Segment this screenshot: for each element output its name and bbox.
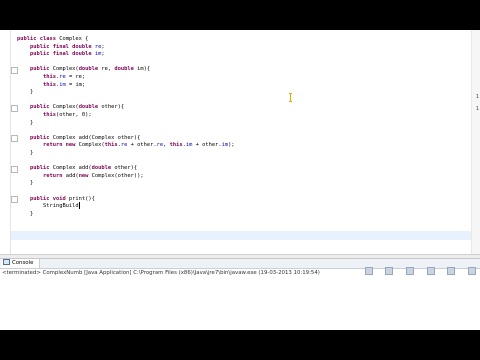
fold-toggle-icon[interactable]	[11, 135, 18, 143]
code-token: (other, 0);	[55, 112, 92, 118]
code-token: Complex(	[49, 104, 79, 111]
code-keyword: this	[169, 142, 183, 149]
code-line[interactable]: }	[17, 119, 33, 127]
text-cursor-icon	[289, 93, 292, 102]
code-keyword: public final double	[29, 51, 92, 58]
code-keyword: double	[78, 66, 99, 73]
tab-console-label: Console	[12, 260, 34, 266]
code-token: }	[29, 89, 34, 96]
text-caret	[78, 202, 80, 210]
code-line[interactable]: }	[17, 210, 33, 218]
code-token: }	[29, 119, 34, 126]
code-token: );	[228, 142, 235, 149]
fold-toggle-icon[interactable]	[11, 66, 18, 74]
ide-window: public class Complex { public final doub…	[0, 30, 480, 330]
console-toolbar	[362, 260, 476, 275]
code-token: add(	[62, 172, 79, 179]
code-token: Complex {	[55, 36, 89, 42]
ruler-mark[interactable]: 1	[476, 94, 479, 100]
code-token: Complex add(	[49, 165, 92, 172]
code-token: }	[29, 210, 34, 217]
code-token: print(){	[65, 195, 95, 202]
code-keyword: double	[91, 165, 112, 172]
code-keyword: new	[78, 172, 89, 179]
fold-toggle-icon[interactable]	[11, 165, 18, 173]
overview-ruler[interactable]: 1 1	[471, 30, 480, 254]
code-token: Complex(	[49, 66, 79, 73]
ruler-mark[interactable]: 1	[476, 106, 479, 112]
code-token: }	[29, 150, 34, 156]
code-keyword: this	[42, 112, 56, 118]
console-tabbar: Console	[0, 259, 480, 275]
code-keyword: this	[104, 142, 118, 149]
code-token: im){	[133, 66, 151, 73]
code-keyword: public	[29, 134, 50, 141]
code-keyword: public	[29, 104, 50, 111]
fold-toggle-icon[interactable]	[11, 196, 18, 204]
code-keyword: public final double	[29, 43, 92, 50]
code-line[interactable]: return new Complex(this.re + other.re, t…	[17, 141, 235, 149]
tab-console[interactable]: Console	[1, 259, 41, 268]
code-token: + other.	[127, 142, 157, 149]
current-line-highlight	[11, 231, 471, 240]
fold-toggle-icon[interactable]	[11, 104, 18, 112]
code-keyword: public	[29, 66, 50, 73]
code-keyword: public class	[17, 36, 56, 42]
minimize-icon[interactable]	[447, 267, 456, 275]
code-token: Complex(other));	[88, 172, 144, 179]
code-line[interactable]: }	[17, 149, 33, 157]
code-keyword: return new	[42, 142, 76, 149]
code-token: ;	[101, 43, 105, 50]
code-token: other){	[98, 104, 125, 111]
code-line[interactable]: }	[17, 179, 33, 187]
code-editor[interactable]: public class Complex { public final doub…	[0, 30, 480, 254]
code-token: ;	[101, 51, 105, 58]
maximize-icon[interactable]	[468, 267, 476, 275]
pin-console-icon[interactable]	[406, 267, 415, 275]
code-keyword: double	[78, 104, 99, 111]
console-panel: Console <terminated> ComplexNumb [Java A…	[0, 258, 480, 330]
console-icon	[3, 259, 10, 265]
code-token: re,	[98, 66, 115, 73]
code-token: = re;	[65, 74, 86, 80]
clear-console-icon[interactable]	[364, 267, 373, 275]
code-token: other){	[111, 165, 138, 172]
code-line[interactable]: public final double im;	[17, 50, 105, 58]
code-token: Complex add(Complex other){	[49, 134, 141, 141]
code-token: + other.	[192, 142, 222, 149]
code-token: StringBuild	[42, 203, 79, 210]
code-keyword: public void	[29, 195, 66, 202]
code-keyword: this	[42, 81, 56, 88]
code-keyword: public	[29, 165, 50, 172]
code-line[interactable]: }	[17, 88, 33, 96]
scroll-lock-icon[interactable]	[385, 267, 394, 275]
code-keyword: return	[42, 172, 63, 179]
code-keyword: this	[42, 74, 56, 80]
code-line[interactable]: return add(new Complex(other));	[17, 172, 144, 180]
code-keyword: double	[114, 66, 134, 73]
code-token: }	[29, 180, 34, 187]
code-token: = im;	[65, 81, 86, 88]
editor-gutter	[0, 30, 11, 254]
code-token: Complex(	[75, 142, 105, 149]
display-console-icon[interactable]	[426, 267, 435, 275]
